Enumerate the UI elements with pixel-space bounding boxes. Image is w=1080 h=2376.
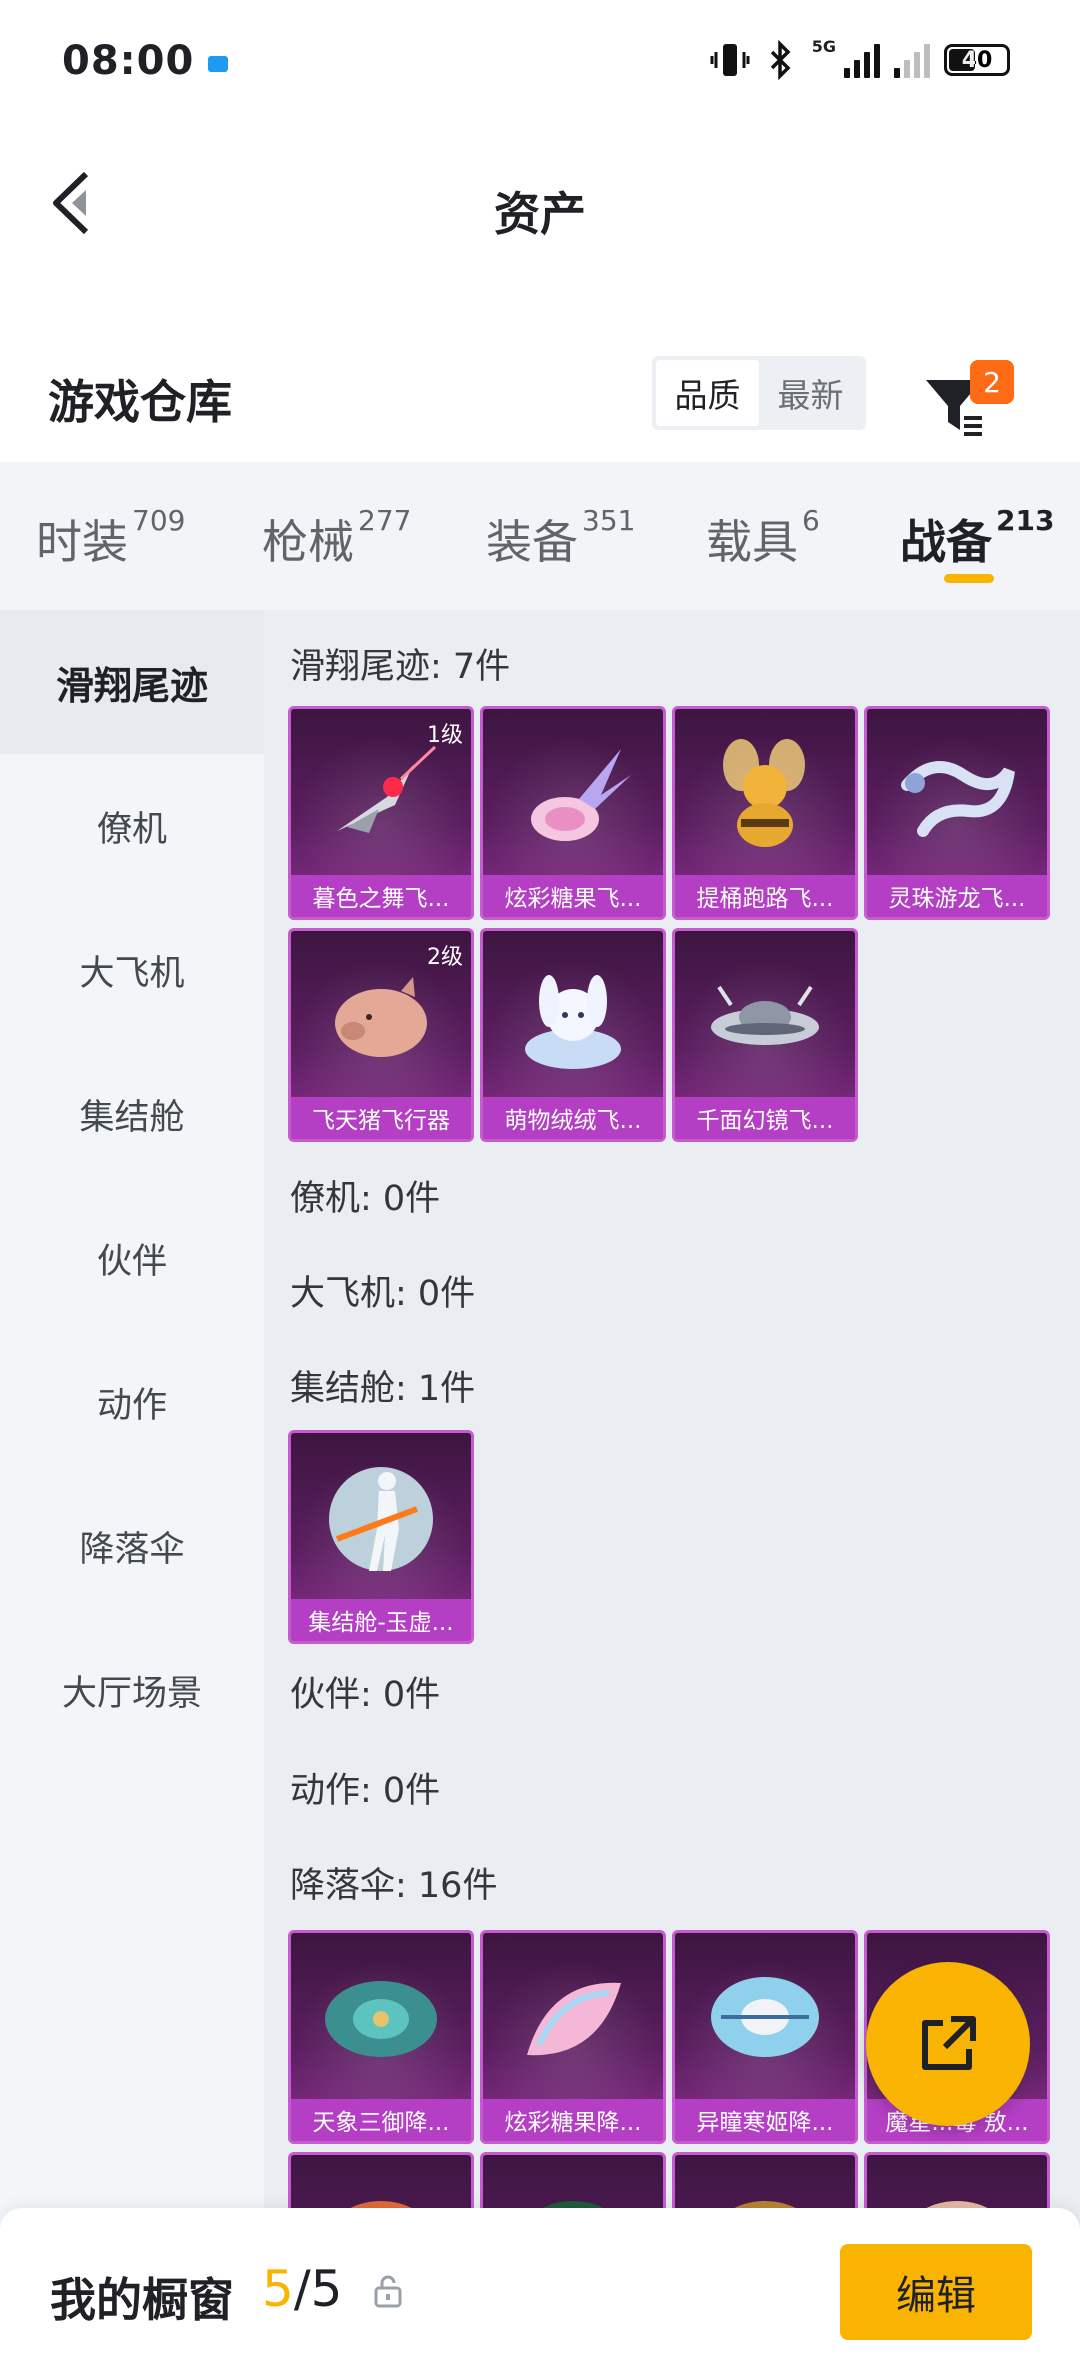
lock-icon	[374, 2275, 402, 2308]
item-card[interactable]: 炫彩糖果降...	[480, 1930, 666, 2144]
ufo-icon	[701, 957, 829, 1077]
tab-equipment[interactable]: 装备 351	[486, 504, 636, 572]
tab-vehicles[interactable]: 载具 6	[706, 504, 820, 572]
item-level: 2级	[427, 945, 463, 970]
signal-weak-icon	[894, 42, 930, 78]
signal-icon	[844, 42, 880, 78]
item-name: 天象三御降...	[291, 2099, 471, 2141]
item-name: 暮色之舞飞...	[291, 875, 471, 917]
share-button[interactable]	[866, 1962, 1030, 2126]
tab-battle-gear[interactable]: 战备 213	[900, 504, 1055, 572]
item-name: 提桶跑路飞...	[675, 875, 855, 917]
section-title-assembly-pod: 集结舱: 1件	[290, 1369, 476, 1409]
sidebar-item-big-plane[interactable]: 大飞机	[0, 898, 264, 1042]
sidebar-item-assembly-pod[interactable]: 集结舱	[0, 1042, 264, 1186]
sidebar-item-parachute[interactable]: 降落伞	[0, 1474, 264, 1618]
showcase-current: 5	[262, 2260, 294, 2318]
share-external-icon	[922, 2016, 976, 2070]
item-name: 萌物绒绒飞...	[483, 1097, 663, 1139]
item-card[interactable]: 天象三御降...	[288, 1930, 474, 2144]
item-name: 千面幻镜飞...	[675, 1097, 855, 1139]
section-title-partner: 伙伴: 0件	[290, 1675, 441, 1715]
page-title: 资产	[494, 187, 586, 241]
dragon-icon	[893, 735, 1021, 855]
battery-level: 40	[961, 47, 993, 73]
hero-figure-icon	[317, 1459, 445, 1579]
tab-count: 277	[358, 504, 412, 537]
item-card[interactable]: 灵珠游龙飞...	[864, 706, 1050, 920]
tab-label: 战备	[900, 515, 992, 569]
item-card[interactable]: 异瞳寒姬降...	[672, 1930, 858, 2144]
item-card[interactable]: 提桶跑路飞...	[672, 706, 858, 920]
section-title-glide-trail: 滑翔尾迹: 7件	[290, 647, 511, 687]
flying-pig-icon	[317, 957, 445, 1077]
winged-blade-icon	[317, 735, 445, 855]
status-bar: 08:00 5G 40	[0, 0, 1080, 128]
item-card[interactable]: 萌物绒绒飞...	[480, 928, 666, 1142]
tab-count: 6	[802, 504, 820, 537]
tab-label: 载具	[706, 515, 798, 569]
sort-quality-button[interactable]: 品质	[656, 360, 759, 426]
sidebar-item-partner[interactable]: 伙伴	[0, 1186, 264, 1330]
vibrate-icon	[710, 44, 750, 76]
battery-icon: 40	[944, 44, 1010, 76]
sidebar-item-wingman[interactable]: 僚机	[0, 754, 264, 898]
tab-label: 装备	[486, 515, 578, 569]
sort-newest-button[interactable]: 最新	[759, 360, 862, 426]
item-name: 集结舱-玉虚...	[291, 1599, 471, 1641]
sort-toggle: 品质 最新	[652, 356, 866, 430]
active-tab-indicator	[944, 574, 994, 583]
tab-label: 时装	[36, 515, 128, 569]
showcase-label: 我的橱窗	[50, 2273, 234, 2327]
showcase-total: 5	[310, 2260, 343, 2318]
item-name: 异瞳寒姬降...	[675, 2099, 855, 2141]
item-card[interactable]: 2级 飞天猪飞行器	[288, 928, 474, 1142]
item-name: 灵珠游龙飞...	[867, 875, 1047, 917]
status-time: 08:00	[62, 38, 195, 84]
sidebar-item-lobby-scene[interactable]: 大厅场景	[0, 1618, 264, 1762]
item-name: 炫彩糖果降...	[483, 2099, 663, 2141]
sidebar-item-action[interactable]: 动作	[0, 1330, 264, 1474]
filter-count-badge: 2	[970, 360, 1014, 404]
showcase-separator: /	[293, 2260, 311, 2318]
tab-count: 709	[132, 504, 186, 537]
tab-label: 枪械	[262, 515, 354, 569]
network-type: 5G	[811, 36, 836, 56]
section-title-parachute: 降落伞: 16件	[290, 1866, 498, 1906]
subcategory-sidebar: 滑翔尾迹 僚机 大飞机 集结舱 伙伴 动作 降落伞 大厅场景	[0, 610, 264, 2376]
status-icons: 5G 40	[710, 36, 1010, 80]
parachute-teal-icon	[317, 1959, 445, 2079]
category-tabs: 时装 709 枪械 277 装备 351 载具 6 战备 213	[0, 462, 1080, 610]
parachute-candy-icon	[509, 1959, 637, 2079]
showcase-bar: 我的橱窗 5/5 编辑	[0, 2208, 1080, 2376]
bee-bucket-icon	[701, 735, 829, 855]
parachute-blue-icon	[701, 1959, 829, 2079]
notification-dot-icon	[208, 56, 228, 72]
item-level: 1级	[427, 723, 463, 748]
item-name: 炫彩糖果飞...	[483, 875, 663, 917]
item-card[interactable]: 千面幻镜飞...	[672, 928, 858, 1142]
bunny-plush-icon	[509, 957, 637, 1077]
tab-count: 213	[996, 504, 1055, 537]
bluetooth-icon	[770, 40, 791, 80]
showcase-count: 5/5	[262, 2260, 342, 2318]
title-bar: 资产	[0, 128, 1080, 278]
item-card[interactable]: 1级 暮色之舞飞...	[288, 706, 474, 920]
warehouse-header: 游戏仓库 品质 最新 2	[0, 330, 1080, 460]
item-card[interactable]: 集结舱-玉虚...	[288, 1430, 474, 1644]
filter-button[interactable]: 2	[920, 360, 1014, 440]
warehouse-title: 游戏仓库	[48, 375, 232, 429]
item-card[interactable]: 炫彩糖果飞...	[480, 706, 666, 920]
section-title-wingman: 僚机: 0件	[290, 1179, 441, 1219]
tab-fashion[interactable]: 时装 709	[36, 504, 186, 572]
section-title-action: 动作: 0件	[290, 1771, 441, 1811]
item-name: 飞天猪飞行器	[291, 1097, 471, 1139]
section-title-big-plane: 大飞机: 0件	[290, 1274, 476, 1314]
tab-guns[interactable]: 枪械 277	[262, 504, 412, 572]
candy-glider-icon	[509, 735, 637, 855]
tab-count: 351	[582, 504, 636, 537]
edit-button[interactable]: 编辑	[840, 2244, 1032, 2340]
sidebar-item-glide-trail[interactable]: 滑翔尾迹	[0, 610, 264, 754]
